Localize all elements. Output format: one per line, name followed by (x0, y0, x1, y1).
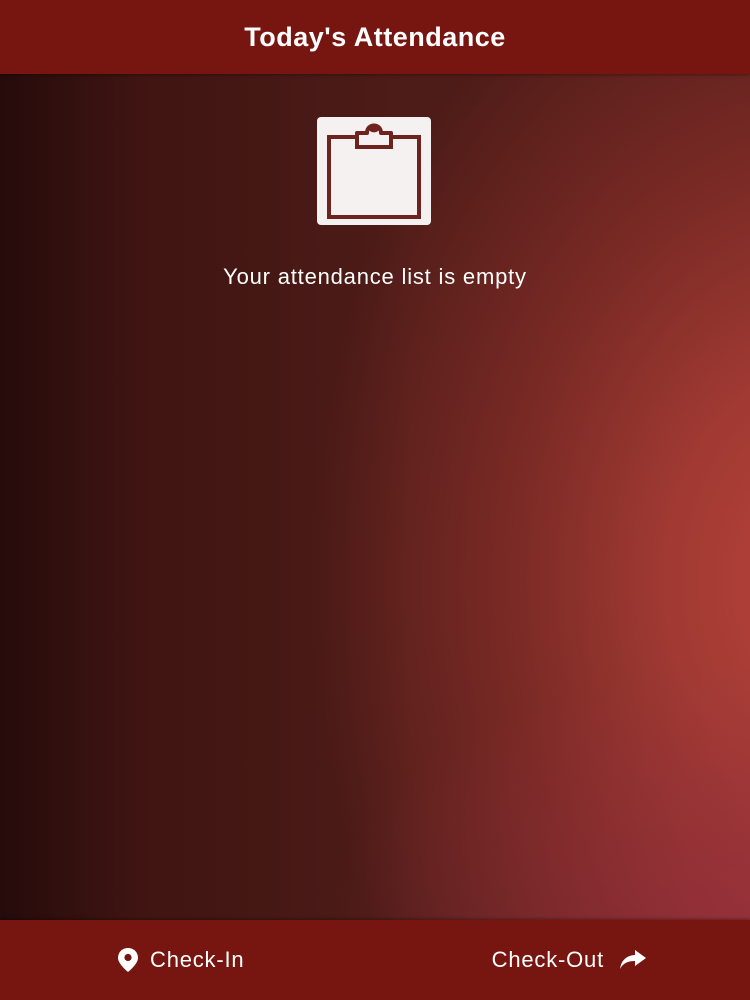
check-out-button[interactable]: Check-Out (492, 920, 648, 1000)
attendance-list-area[interactable]: Your attendance list is empty (0, 74, 750, 920)
empty-state-message: Your attendance list is empty (223, 264, 527, 289)
attendance-screen: Today's Attendance Your attendance list … (0, 0, 750, 1000)
clipboard-icon (317, 117, 431, 225)
map-marker-icon (118, 948, 138, 972)
check-in-button[interactable]: Check-In (116, 920, 244, 1000)
check-in-label: Check-In (150, 947, 245, 972)
share-arrow-icon (620, 950, 646, 969)
check-out-label: Check-Out (491, 947, 604, 972)
bottom-action-bar: Check-In Check-Out (0, 920, 750, 1000)
top-bar: Today's Attendance (0, 0, 750, 74)
page-title: Today's Attendance (244, 21, 506, 52)
